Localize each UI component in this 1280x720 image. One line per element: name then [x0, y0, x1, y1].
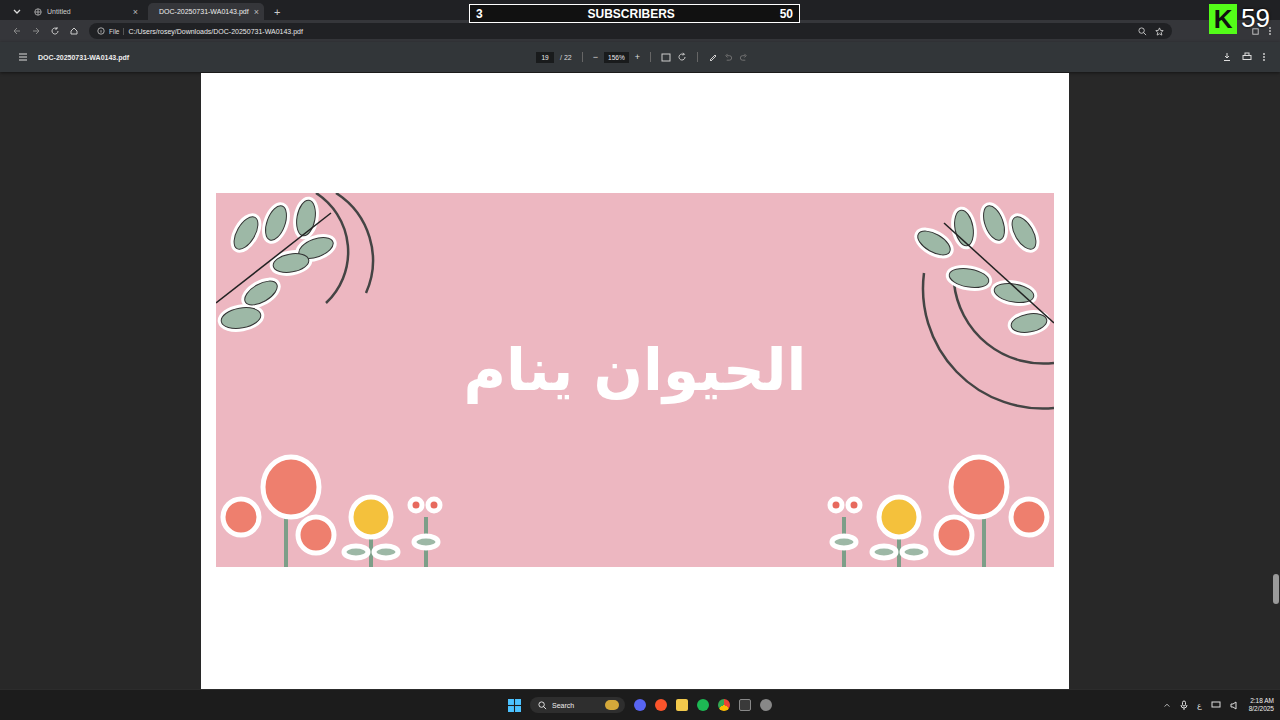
speaker-icon[interactable]: [1230, 701, 1240, 710]
taskbar-search[interactable]: Search: [530, 697, 625, 713]
scrollbar-thumb[interactable]: [1273, 574, 1279, 604]
globe-icon: [34, 8, 42, 16]
page-input[interactable]: 19: [536, 52, 554, 63]
microphone-icon[interactable]: [1180, 700, 1188, 710]
url-text: C:/Users/rosey/Downloads/DOC-20250731-WA…: [128, 28, 302, 35]
screen: Untitled × DOC-20250731-WA0143.pdf × + File C:…: [0, 0, 1280, 720]
pdf-page: الحيوان ينام: [201, 73, 1069, 689]
discord-icon[interactable]: [634, 699, 646, 711]
rotate-icon[interactable]: [677, 52, 687, 62]
zoom-input[interactable]: 156%: [604, 52, 629, 63]
document-title: DOC-20250731-WA0143.pdf: [38, 54, 129, 61]
reload-icon[interactable]: [50, 26, 60, 36]
more-icon[interactable]: [1262, 52, 1266, 62]
banner-title: الحيوان ينام: [454, 336, 817, 424]
forward-icon[interactable]: [31, 26, 41, 36]
tab-label: DOC-20250731-WA0143.pdf: [159, 8, 249, 15]
browser-tab[interactable]: DOC-20250731-WA0143.pdf ×: [148, 3, 264, 20]
tab-close-button[interactable]: ×: [133, 7, 138, 17]
chrome-icon[interactable]: [718, 699, 730, 711]
app-icon[interactable]: [739, 699, 751, 711]
tab-label: Untitled: [47, 8, 128, 15]
tab-close-button[interactable]: ×: [254, 7, 259, 17]
menu-icon[interactable]: [18, 53, 28, 61]
viewer-count: K59: [1209, 3, 1270, 34]
back-icon[interactable]: [12, 26, 22, 36]
redo-icon[interactable]: [739, 53, 748, 62]
input-language[interactable]: ع: [1197, 701, 1202, 710]
kick-logo-icon: K: [1209, 4, 1237, 34]
app-icon[interactable]: [760, 699, 772, 711]
flowers-icon: [216, 447, 456, 567]
windows-start-icon[interactable]: [508, 699, 521, 712]
annotate-icon[interactable]: [708, 52, 718, 62]
home-icon[interactable]: [69, 26, 79, 36]
tray-chevron-icon[interactable]: [1163, 701, 1171, 709]
zoom-icon[interactable]: [1138, 27, 1147, 36]
address-bar: File C:/Users/rosey/Downloads/DOC-2025073…: [0, 20, 1280, 42]
pdf-toolbar: DOC-20250731-WA0143.pdf 19 / 22 −156% +: [0, 42, 1280, 72]
print-icon[interactable]: [1242, 52, 1252, 62]
file-explorer-icon[interactable]: [676, 699, 688, 711]
search-icon: [538, 701, 547, 710]
star-icon[interactable]: [1155, 27, 1164, 36]
zoom-in-button[interactable]: +: [635, 52, 640, 62]
widget-icon: [605, 700, 619, 710]
leaves-icon: [216, 193, 406, 343]
info-icon[interactable]: [97, 27, 105, 35]
undo-icon[interactable]: [724, 53, 733, 62]
omnibox[interactable]: File C:/Users/rosey/Downloads/DOC-2025073…: [89, 23, 1172, 39]
new-tab-button[interactable]: +: [268, 6, 286, 20]
tab-search-icon[interactable]: [10, 2, 24, 20]
taskbar: Search ع 2:18 AM8/2/2025: [0, 689, 1280, 720]
network-icon[interactable]: [1211, 701, 1221, 710]
pdf-viewer: الحيوان ينام: [0, 72, 1280, 689]
page-total: / 22: [560, 54, 572, 61]
flowers-icon: [814, 447, 1054, 567]
fit-page-icon[interactable]: [661, 53, 671, 62]
brave-icon[interactable]: [655, 699, 667, 711]
browser-tab[interactable]: Untitled ×: [28, 3, 144, 20]
clock[interactable]: 2:18 AM8/2/2025: [1249, 697, 1274, 713]
title-banner: الحيوان ينام: [216, 193, 1054, 567]
leaves-icon: [864, 193, 1054, 413]
download-icon[interactable]: [1222, 52, 1232, 62]
subscriber-counter: 3SUBSCRIBERS50: [469, 4, 800, 23]
zoom-out-button[interactable]: −: [593, 52, 598, 62]
file-chip: File: [109, 28, 124, 35]
spotify-icon[interactable]: [697, 699, 709, 711]
